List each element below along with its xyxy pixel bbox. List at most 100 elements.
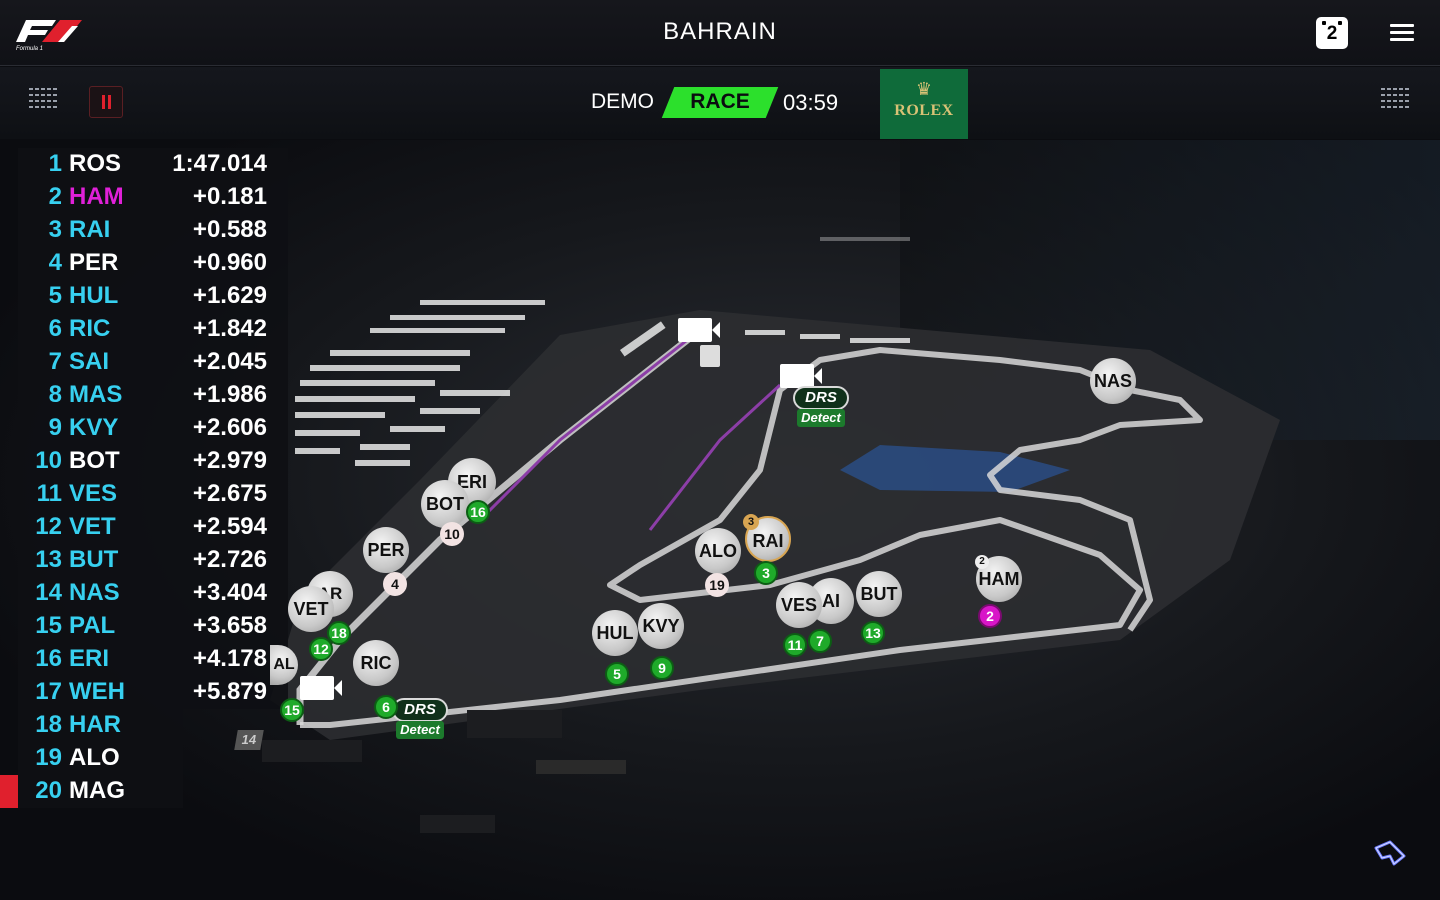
- driver-marker-bot[interactable]: BOT: [421, 480, 469, 528]
- notifications-badge-icon[interactable]: 2: [1316, 17, 1348, 49]
- gap-time: +2.726: [192, 546, 267, 573]
- position: 5: [48, 282, 62, 309]
- driver-code: HAM: [69, 183, 124, 210]
- driver-marker-alo[interactable]: ALO: [695, 528, 741, 574]
- driver-code: MAS: [69, 381, 123, 408]
- driver-marker-hul[interactable]: HUL: [592, 610, 638, 656]
- leaderboard-row[interactable]: 8 MAS +1.986: [18, 379, 288, 412]
- leaderboard-row[interactable]: 2 HAM +0.181: [18, 181, 288, 214]
- driver-marker-kvy[interactable]: KVY: [638, 603, 684, 649]
- position: 15: [35, 612, 62, 639]
- leaderboard-row[interactable]: 11 VES +2.675: [18, 478, 288, 511]
- leaderboard-row[interactable]: 9 KVY +2.606: [18, 412, 288, 445]
- gap-time: +1.629: [192, 282, 267, 309]
- leaderboard-row[interactable]: 13 BUT +2.726: [18, 544, 288, 577]
- gap-time: +2.606: [192, 414, 267, 441]
- gap-time: +4.178: [192, 645, 267, 672]
- gap-time: +0.960: [192, 249, 267, 276]
- position: 6: [48, 315, 62, 342]
- drs-detect-zone: DRS Detect: [793, 386, 849, 430]
- leaderboard-row[interactable]: 12 VET +2.594: [18, 511, 288, 544]
- gap-time: 1:47.014: [172, 150, 267, 177]
- drs-detect-zone: DRS Detect: [392, 698, 448, 742]
- position: 17: [35, 678, 62, 705]
- position-number: 10: [440, 522, 464, 546]
- position-number: 11: [783, 633, 807, 657]
- position: 18: [35, 711, 62, 738]
- position-number: 13: [861, 621, 885, 645]
- race-status-label: RACE: [690, 90, 750, 113]
- grid-view-right-icon[interactable]: [1381, 88, 1411, 116]
- crown-icon: ♛: [915, 79, 933, 99]
- gap-time: +2.594: [192, 513, 267, 540]
- driver-code: HUL: [69, 282, 119, 309]
- leaderboard-row[interactable]: 10 BOT +2.979: [18, 445, 288, 478]
- driver-code: WEH: [69, 678, 125, 705]
- gap-time: +2.675: [192, 480, 267, 507]
- position: 9: [48, 414, 62, 441]
- position: 14: [35, 579, 62, 606]
- position-number: 2: [975, 555, 989, 569]
- gap-time: +1.842: [192, 315, 267, 342]
- gap-time: +5.879: [192, 678, 267, 705]
- session-mode: DEMO: [591, 90, 654, 113]
- driver-code: BOT: [69, 447, 120, 474]
- position-number: 3: [743, 514, 759, 530]
- gap-time: +2.979: [192, 447, 267, 474]
- leaderboard-row[interactable]: 1 ROS 1:47.014: [18, 148, 288, 181]
- reset-view-icon[interactable]: [1372, 838, 1408, 868]
- driver-code: KVY: [69, 414, 119, 441]
- driver-marker-vet[interactable]: VET: [288, 586, 334, 632]
- leaderboard-row[interactable]: 3 RAI +0.588: [18, 214, 288, 247]
- leaderboard-row[interactable]: 16 ERI +4.178: [18, 643, 288, 676]
- driver-code: HAR: [69, 711, 121, 738]
- pause-button[interactable]: [89, 86, 123, 118]
- driver-code: RIC: [69, 315, 111, 342]
- position-number: 15: [280, 698, 304, 722]
- leaderboard-row[interactable]: 19 ALO: [18, 742, 183, 775]
- hamburger-menu-icon[interactable]: [1390, 24, 1414, 42]
- camera-icon[interactable]: [780, 364, 822, 388]
- driver-code: VES: [69, 480, 118, 507]
- position-number: 3: [754, 561, 778, 585]
- position-number: 6: [374, 695, 398, 719]
- leaderboard-row[interactable]: 4 PER +0.960: [18, 247, 288, 280]
- position: 1: [48, 150, 62, 177]
- leaderboard-row[interactable]: 6 RIC +1.842: [18, 313, 288, 346]
- driver-marker-but[interactable]: BUT: [856, 571, 902, 617]
- rolex-sponsor-logo: ♛ ROLEX: [880, 69, 968, 139]
- position: 4: [48, 249, 62, 276]
- driver-marker-ves[interactable]: VES: [776, 582, 822, 628]
- driver-marker-ric[interactable]: RIC: [353, 640, 399, 686]
- position: 19: [35, 744, 62, 771]
- driver-code: ERI: [69, 645, 110, 672]
- grid-view-left-icon[interactable]: [29, 88, 59, 116]
- position: 11: [36, 480, 62, 507]
- leaderboard-row[interactable]: 20 MAG: [0, 775, 183, 808]
- driver-marker-per[interactable]: PER: [363, 527, 409, 573]
- position: 7: [48, 348, 62, 375]
- leaderboard-row[interactable]: 15 PAL +3.658: [18, 610, 288, 643]
- turn-number: 14: [234, 730, 264, 750]
- driver-code: ALO: [69, 744, 120, 771]
- gap-time: +0.588: [192, 216, 267, 243]
- driver-marker-nas[interactable]: NAS: [1090, 358, 1136, 404]
- position: 10: [35, 447, 62, 474]
- camera-icon[interactable]: [678, 318, 720, 342]
- driver-code: PER: [69, 249, 119, 276]
- position-number: 19: [705, 573, 729, 597]
- selected-row-marker: [0, 775, 18, 808]
- leaderboard-row[interactable]: 14 NAS +3.404: [18, 577, 288, 610]
- position-number: 12: [309, 637, 333, 661]
- leaderboard-row[interactable]: 7 SAI +2.045: [18, 346, 288, 379]
- leaderboard-row[interactable]: 5 HUL +1.629: [18, 280, 288, 313]
- position: 12: [35, 513, 62, 540]
- leaderboard-row[interactable]: 18 HAR: [18, 709, 183, 742]
- position-number: 7: [808, 629, 832, 653]
- leaderboard-row[interactable]: 17 WEH +5.879: [18, 676, 288, 709]
- svg-text:Formula 1: Formula 1: [16, 46, 43, 52]
- leaderboard: 1 ROS 1:47.014 2 HAM +0.181 3 RAI +0.588 4 PER +0.9…: [0, 148, 288, 808]
- trophy-icon: [700, 345, 720, 367]
- position-number: 2: [978, 604, 1002, 628]
- camera-icon[interactable]: [300, 676, 342, 700]
